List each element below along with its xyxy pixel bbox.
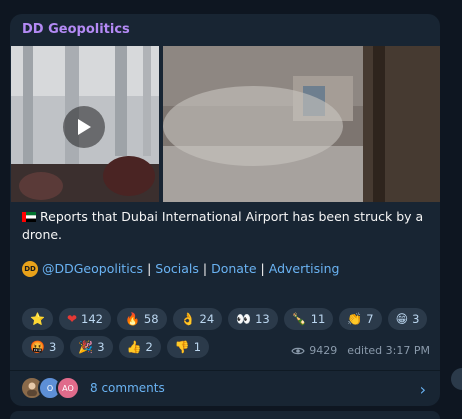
separator: | bbox=[202, 261, 208, 276]
reaction-count: 2 bbox=[145, 340, 153, 354]
uae-flag-icon bbox=[22, 209, 36, 222]
thumbs-up-icon: 👍 bbox=[126, 340, 142, 354]
eye-icon bbox=[291, 347, 305, 354]
socials-link[interactable]: Socials bbox=[155, 260, 199, 278]
reaction-fire[interactable]: 🔥 58 bbox=[116, 308, 167, 330]
reaction-count: 24 bbox=[199, 312, 215, 326]
comments-bar[interactable]: O AO 8 comments › bbox=[20, 374, 430, 402]
reaction-champagne[interactable]: 🍾 11 bbox=[283, 308, 334, 330]
ok-hand-icon: 👌 bbox=[180, 312, 196, 326]
reaction-party[interactable]: 🎉 3 bbox=[70, 336, 113, 358]
handle-link[interactable]: @DDGeopolitics bbox=[42, 260, 143, 278]
reaction-count: 7 bbox=[366, 312, 374, 326]
message-body: Reports that Dubai International Airport… bbox=[22, 209, 424, 242]
reaction-grin[interactable]: 😁 3 bbox=[387, 308, 428, 330]
video-thumbnail[interactable] bbox=[11, 46, 159, 202]
reaction-thumbs-down[interactable]: 👎 1 bbox=[166, 336, 210, 358]
photo-thumbnail[interactable] bbox=[163, 46, 440, 202]
donate-link[interactable]: Donate bbox=[211, 260, 256, 278]
message-text: Reports that Dubai International Airport… bbox=[22, 208, 430, 244]
comments-link[interactable]: 8 comments bbox=[90, 381, 165, 395]
reaction-count: 3 bbox=[48, 340, 57, 354]
heart-icon: ❤ bbox=[66, 312, 78, 326]
star-icon: ⭐ bbox=[30, 312, 45, 326]
channel-links: DD @DDGeopolitics | Socials | Donate | A… bbox=[22, 260, 339, 278]
play-icon bbox=[78, 119, 91, 135]
scroll-down-button[interactable] bbox=[451, 368, 462, 390]
champagne-icon: 🍾 bbox=[291, 312, 307, 326]
grin-icon: 😁 bbox=[395, 312, 409, 326]
eyes-icon: 👀 bbox=[236, 312, 252, 326]
thumbs-down-icon: 👎 bbox=[174, 340, 190, 354]
dd-logo-icon: DD bbox=[22, 261, 38, 277]
reaction-angry[interactable]: 🤬 3 bbox=[22, 336, 65, 358]
smoke-image bbox=[163, 46, 440, 202]
reaction-ok-hand[interactable]: 👌 24 bbox=[172, 308, 223, 330]
divider bbox=[10, 370, 440, 371]
reaction-star[interactable]: ⭐ bbox=[22, 308, 53, 330]
reaction-count: 3 bbox=[412, 312, 420, 326]
reaction-clap[interactable]: 👏 7 bbox=[339, 308, 382, 330]
angry-icon: 🤬 bbox=[30, 340, 45, 354]
reaction-count: 58 bbox=[143, 312, 159, 326]
message-bubble: DD Geopolitics Reports that Dubai Intern… bbox=[10, 14, 440, 406]
play-button[interactable] bbox=[63, 106, 105, 148]
channel-name[interactable]: DD Geopolitics bbox=[22, 22, 130, 37]
separator: | bbox=[147, 261, 152, 276]
message-meta: 9429 edited 3:17 PM bbox=[291, 344, 430, 357]
reaction-eyes[interactable]: 👀 13 bbox=[228, 308, 278, 330]
clap-icon: 👏 bbox=[347, 312, 363, 326]
advertising-link[interactable]: Advertising bbox=[269, 260, 340, 278]
party-icon: 🎉 bbox=[78, 340, 94, 354]
next-message-bubble bbox=[10, 411, 440, 419]
edited-time: edited 3:17 PM bbox=[347, 344, 430, 357]
reaction-count: 1 bbox=[193, 340, 202, 354]
reaction-heart[interactable]: ❤ 142 bbox=[58, 308, 111, 330]
reaction-count: 142 bbox=[81, 312, 103, 326]
view-count: 9429 bbox=[309, 344, 338, 357]
reaction-thumbs-up[interactable]: 👍 2 bbox=[118, 336, 161, 358]
reaction-count: 13 bbox=[255, 312, 270, 326]
reaction-count: 3 bbox=[97, 340, 105, 354]
reaction-count: 11 bbox=[310, 312, 326, 326]
separator: | bbox=[260, 261, 265, 276]
chevron-right-icon[interactable]: › bbox=[420, 380, 426, 399]
fire-icon: 🔥 bbox=[124, 312, 140, 326]
avatar: AO bbox=[56, 376, 80, 400]
reactions-row: ⭐ ❤ 142 🔥 58 👌 24 👀 13 🍾 11 👏 7 😁 3 bbox=[22, 308, 432, 330]
